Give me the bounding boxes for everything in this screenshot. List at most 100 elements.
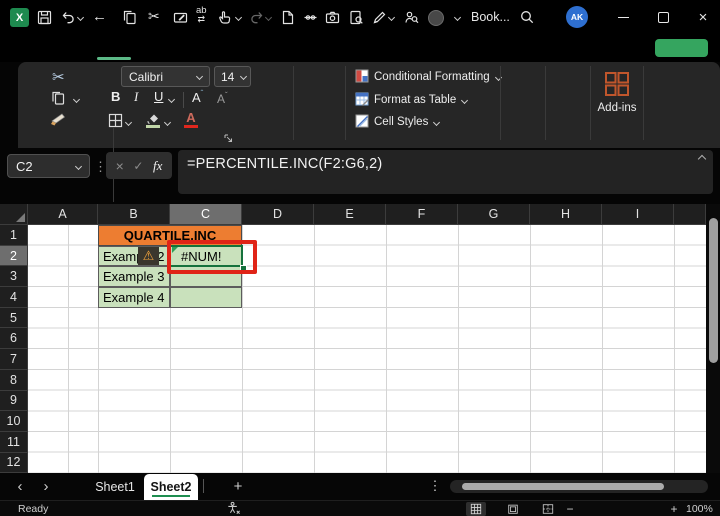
italic-button[interactable]: I <box>134 89 138 105</box>
print-preview-icon[interactable] <box>348 9 365 26</box>
cell-c4[interactable] <box>170 287 242 308</box>
save-icon[interactable] <box>36 9 53 26</box>
underline-button[interactable]: U <box>154 89 163 104</box>
row-header-1[interactable]: 1 <box>0 225 28 246</box>
maximize-button[interactable] <box>648 0 678 35</box>
row-header-12[interactable]: 12 <box>0 452 28 474</box>
borders-icon[interactable] <box>108 113 123 128</box>
font-dialog-launcher-icon[interactable] <box>224 134 233 143</box>
copy-icon[interactable] <box>49 89 67 107</box>
cut-icon[interactable]: ✂ <box>52 68 65 86</box>
row-header-11[interactable]: 11 <box>0 431 28 453</box>
bold-button[interactable]: B <box>111 89 120 104</box>
cell-b4[interactable]: Example 4 <box>98 287 170 308</box>
ink-line-icon[interactable] <box>302 9 319 26</box>
row-header-6[interactable]: 6 <box>0 328 28 350</box>
undo-icon[interactable] <box>60 9 77 26</box>
search-icon[interactable] <box>519 9 535 25</box>
conditional-formatting-button[interactable]: Conditional Formatting <box>374 71 502 83</box>
underline-chevron-icon[interactable] <box>167 95 176 104</box>
fill-color-icon[interactable] <box>146 112 160 128</box>
touch-mode-chevron-icon[interactable] <box>234 13 243 22</box>
font-color-icon[interactable]: A <box>184 110 198 128</box>
horizontal-scrollbar-thumb[interactable] <box>462 482 664 491</box>
format-as-table-button[interactable]: Format as Table <box>374 94 469 106</box>
column-header-a[interactable]: A <box>28 204 98 225</box>
fill-color-chevron-icon[interactable] <box>163 118 172 127</box>
column-header-h[interactable]: H <box>530 204 602 225</box>
row-header-5[interactable]: 5 <box>0 307 28 329</box>
column-header-c[interactable]: C <box>170 204 242 225</box>
error-warning-icon[interactable]: ⚠ <box>138 246 159 265</box>
cell-styles-button[interactable]: Cell Styles <box>374 116 441 128</box>
font-size-select[interactable]: 14 <box>214 66 251 87</box>
formula-text[interactable]: =PERCENTILE.INC(F2:G6,2) <box>187 156 382 172</box>
avatar[interactable]: AK <box>566 6 588 28</box>
prev-sheet-icon[interactable]: ‹ <box>12 478 28 495</box>
insert-function-button[interactable]: fx <box>153 158 162 174</box>
draw-pen-chevron-icon[interactable] <box>387 13 396 22</box>
column-header-i[interactable]: I <box>602 204 674 225</box>
cell-b1-merged-title[interactable]: QUARTILE.INC <box>98 225 242 246</box>
fill-handle[interactable] <box>239 264 247 272</box>
close-button[interactable]: × <box>688 0 718 35</box>
borders-chevron-icon[interactable] <box>124 118 133 127</box>
next-sheet-icon[interactable]: › <box>38 478 54 495</box>
tab-sheet2[interactable]: Sheet2 <box>144 474 198 500</box>
vertical-scrollbar-thumb[interactable] <box>708 218 718 363</box>
shrink-font-button[interactable]: Aˇ <box>217 91 228 106</box>
column-header-b[interactable]: B <box>98 204 170 225</box>
tab-options-icon[interactable]: ⋮ <box>428 478 442 494</box>
font-name-select[interactable]: Calibri <box>121 66 210 87</box>
row-header-4[interactable]: 4 <box>0 287 28 308</box>
column-header-f[interactable]: F <box>386 204 458 225</box>
zoom-level[interactable]: 100% <box>686 503 713 515</box>
collapse-formula-bar-icon[interactable] <box>697 154 707 164</box>
normal-view-icon[interactable] <box>466 502 486 516</box>
cut-icon[interactable]: ✂ <box>148 8 160 25</box>
person-search-icon[interactable] <box>403 9 420 26</box>
cell-b2[interactable]: Example 2 <box>98 245 170 267</box>
copy-chevron-icon[interactable] <box>72 95 81 104</box>
qat-customize-chevron-icon[interactable] <box>453 13 462 22</box>
page-layout-view-icon[interactable] <box>503 502 523 516</box>
camera-icon[interactable] <box>324 9 341 26</box>
row-header-9[interactable]: 9 <box>0 390 28 412</box>
draw-pen-icon[interactable] <box>371 9 388 26</box>
find-replace-icon[interactable]: ab ⇄ <box>196 6 207 24</box>
row-header-3[interactable]: 3 <box>0 266 28 288</box>
add-sheet-icon[interactable]: + <box>230 478 246 495</box>
formula-bar[interactable]: =PERCENTILE.INC(F2:G6,2) <box>178 150 713 194</box>
add-ins-button[interactable]: Add-ins <box>596 102 638 114</box>
row-header-10[interactable]: 10 <box>0 411 28 432</box>
row-header-8[interactable]: 8 <box>0 369 28 391</box>
edit-box-icon[interactable] <box>172 9 189 26</box>
redo-chevron-icon[interactable] <box>264 13 273 22</box>
zoom-in-icon[interactable]: + <box>668 502 680 516</box>
tab-sheet1[interactable]: Sheet1 <box>90 473 140 500</box>
cell-b3[interactable]: Example 3 <box>98 266 170 288</box>
column-header-e[interactable]: E <box>314 204 386 225</box>
back-arrow-icon[interactable]: ← <box>92 8 107 25</box>
column-header-d[interactable]: D <box>242 204 314 225</box>
redo-icon[interactable] <box>248 9 265 26</box>
zoom-out-icon[interactable]: − <box>564 502 576 516</box>
minimize-button[interactable] <box>608 0 638 35</box>
page-break-view-icon[interactable] <box>538 502 558 516</box>
grow-font-button[interactable]: Aˆ <box>192 89 203 105</box>
format-painter-icon[interactable] <box>49 111 68 130</box>
touch-mode-icon[interactable] <box>217 9 233 25</box>
cell-c2[interactable]: #NUM! <box>170 245 242 267</box>
name-box[interactable]: C2 <box>7 154 90 178</box>
horizontal-scrollbar[interactable] <box>450 480 708 493</box>
column-header-partial[interactable] <box>674 204 706 225</box>
row-header-2[interactable]: 2 <box>0 245 28 267</box>
add-ins-icon[interactable] <box>603 70 631 98</box>
undo-chevron-icon[interactable] <box>76 13 85 22</box>
select-all-corner[interactable] <box>0 204 28 225</box>
new-file-icon[interactable] <box>280 9 296 26</box>
copy-icon[interactable] <box>121 9 138 26</box>
accessibility-icon[interactable] <box>226 501 241 516</box>
share-button[interactable] <box>655 39 708 57</box>
enter-icon[interactable]: ✓ <box>133 159 143 173</box>
